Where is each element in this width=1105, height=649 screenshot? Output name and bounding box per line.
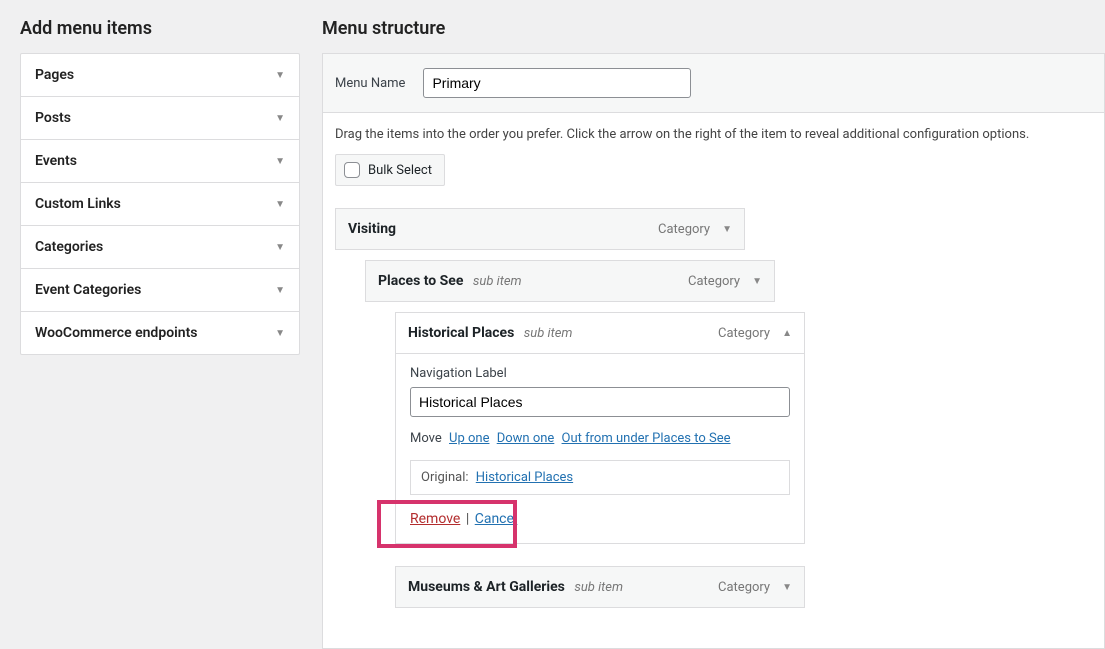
- caret-down-icon[interactable]: ▼: [782, 582, 792, 593]
- move-down-link[interactable]: Down one: [497, 431, 555, 446]
- menu-name-label: Menu Name: [335, 76, 405, 91]
- accordion-event-categories[interactable]: Event Categories▼: [21, 269, 299, 311]
- original-box: Original: Historical Places: [410, 460, 790, 495]
- accordion-woocommerce-endpoints[interactable]: WooCommerce endpoints▼: [21, 312, 299, 354]
- menu-items-list: Visiting Category ▼ Places to See sub it…: [335, 208, 1092, 608]
- remove-cancel-row: Remove | Cancel: [410, 511, 517, 527]
- menu-item-historical-places[interactable]: Historical Places sub item Category ▲: [395, 312, 805, 354]
- accordion-custom-links[interactable]: Custom Links▼: [21, 183, 299, 225]
- menu-name-input[interactable]: [423, 68, 691, 98]
- remove-link[interactable]: Remove: [410, 511, 460, 527]
- caret-down-icon[interactable]: ▼: [752, 276, 762, 287]
- caret-down-icon: ▼: [275, 156, 285, 167]
- caret-down-icon[interactable]: ▼: [722, 224, 732, 235]
- caret-down-icon: ▼: [275, 199, 285, 210]
- add-items-title: Add menu items: [20, 18, 300, 39]
- checkbox-icon[interactable]: [344, 162, 360, 178]
- menu-item-museums[interactable]: Museums & Art Galleries sub item Categor…: [395, 566, 805, 608]
- instructions-text: Drag the items into the order you prefer…: [335, 127, 1092, 142]
- menu-structure-title: Menu structure: [322, 18, 1105, 39]
- nav-label-label: Navigation Label: [410, 366, 790, 381]
- move-up-link[interactable]: Up one: [449, 431, 489, 446]
- caret-down-icon: ▼: [275, 285, 285, 296]
- caret-down-icon: ▼: [275, 328, 285, 339]
- caret-down-icon: ▼: [275, 113, 285, 124]
- nav-label-input[interactable]: [410, 387, 790, 417]
- move-out-link[interactable]: Out from under Places to See: [562, 431, 731, 446]
- original-link[interactable]: Historical Places: [476, 470, 573, 485]
- caret-up-icon[interactable]: ▲: [782, 328, 792, 339]
- add-menu-items-panel: Add menu items Pages▼ Posts▼ Events▼ Cus…: [0, 0, 300, 596]
- accordion-categories[interactable]: Categories▼: [21, 226, 299, 268]
- menu-item-places-to-see[interactable]: Places to See sub item Category ▼: [365, 260, 775, 302]
- post-type-accordion: Pages▼ Posts▼ Events▼ Custom Links▼ Cate…: [20, 53, 300, 355]
- cancel-link[interactable]: Cancel: [475, 511, 518, 527]
- menu-item-settings: Navigation Label Move Up one Down one Ou…: [395, 354, 805, 544]
- menu-name-bar: Menu Name: [322, 53, 1105, 113]
- caret-down-icon: ▼: [275, 70, 285, 81]
- accordion-pages[interactable]: Pages▼: [21, 54, 299, 96]
- bulk-select-toggle[interactable]: Bulk Select: [335, 154, 445, 186]
- accordion-events[interactable]: Events▼: [21, 140, 299, 182]
- menu-body: Drag the items into the order you prefer…: [322, 113, 1105, 649]
- move-controls: Move Up one Down one Out from under Plac…: [410, 431, 790, 446]
- menu-structure-panel: Menu structure Menu Name Drag the items …: [300, 0, 1105, 596]
- menu-item-visiting[interactable]: Visiting Category ▼: [335, 208, 745, 250]
- accordion-posts[interactable]: Posts▼: [21, 97, 299, 139]
- caret-down-icon: ▼: [275, 242, 285, 253]
